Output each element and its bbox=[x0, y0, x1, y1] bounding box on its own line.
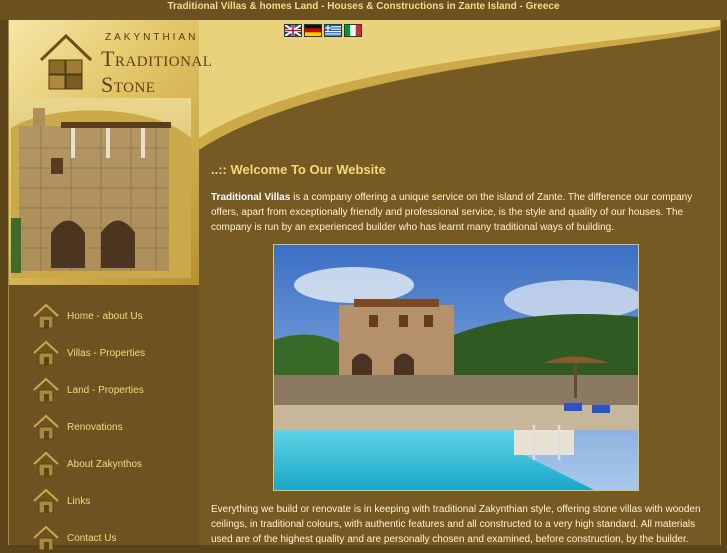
it-flag-icon[interactable] bbox=[344, 24, 362, 37]
gr-flag-icon[interactable] bbox=[324, 24, 342, 37]
nav-item-links[interactable]: Links bbox=[33, 486, 193, 516]
house-icon bbox=[33, 414, 59, 440]
nav-label-renovations: Renovations bbox=[67, 421, 123, 433]
house-icon bbox=[33, 488, 59, 514]
nav-label-contact: Contact Us bbox=[67, 532, 117, 544]
house-icon bbox=[33, 377, 59, 403]
welcome-heading: ..:: Welcome To Our Website bbox=[211, 162, 386, 177]
nav-item-about-zakynthos[interactable]: About Zakynthos bbox=[33, 449, 193, 479]
villa-pool-photo bbox=[273, 244, 639, 491]
intro-company-name: Traditional Villas bbox=[211, 192, 291, 203]
house-icon bbox=[33, 303, 59, 329]
nav-label-about-zakynthos: About Zakynthos bbox=[67, 458, 143, 470]
second-paragraph: Everything we build or renovate is in ke… bbox=[211, 504, 701, 545]
house-icon bbox=[33, 525, 59, 551]
stone-villa-photo bbox=[11, 98, 191, 278]
logo-title-line1: Traditional bbox=[101, 46, 213, 71]
uk-flag-icon[interactable] bbox=[284, 24, 302, 37]
nav-label-home: Home - about Us bbox=[67, 310, 143, 322]
house-icon bbox=[33, 340, 59, 366]
nav-item-contact[interactable]: Contact Us bbox=[33, 523, 193, 553]
page-frame: ZAKYNTHIAN Traditional Stone Villas bbox=[8, 20, 721, 551]
de-flag-icon[interactable] bbox=[304, 24, 322, 37]
nav-item-renovations[interactable]: Renovations bbox=[33, 412, 193, 442]
nav-item-land[interactable]: Land - Properties bbox=[33, 375, 193, 405]
nav-item-home[interactable]: Home - about Us bbox=[33, 301, 193, 331]
intro-paragraph: Traditional Villas is a company offering… bbox=[211, 190, 701, 235]
header-gold-arc bbox=[199, 20, 720, 150]
logo-subtitle: ZAKYNTHIAN bbox=[105, 32, 199, 43]
language-flags bbox=[284, 24, 362, 37]
nav-item-villas[interactable]: Villas - Properties bbox=[33, 338, 193, 368]
top-banner: Traditional Villas & homes Land - Houses… bbox=[0, 0, 727, 20]
top-banner-title: Traditional Villas & homes Land - Houses… bbox=[167, 1, 560, 12]
nav-label-land: Land - Properties bbox=[67, 384, 144, 396]
left-column: ZAKYNTHIAN Traditional Stone Villas bbox=[9, 20, 212, 551]
nav-label-links: Links bbox=[67, 495, 91, 507]
house-logo-icon bbox=[39, 33, 93, 90]
house-icon bbox=[33, 451, 59, 477]
nav-label-villas: Villas - Properties bbox=[67, 347, 146, 359]
